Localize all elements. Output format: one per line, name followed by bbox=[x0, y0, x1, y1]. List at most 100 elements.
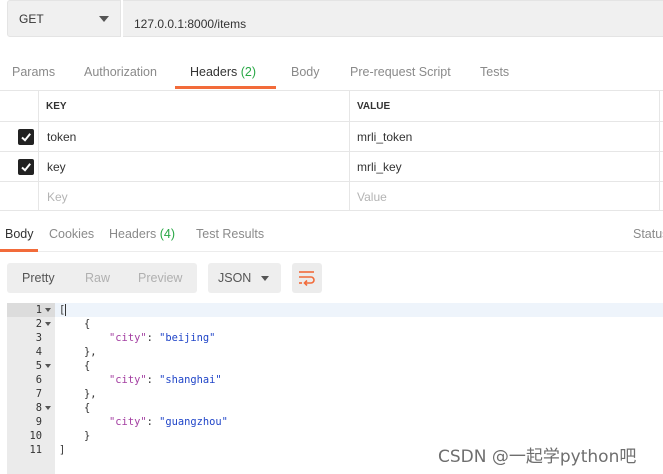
json-key: "city" bbox=[109, 416, 147, 428]
json-punctuation: [ bbox=[59, 304, 66, 316]
table-row: token mrli_token bbox=[0, 121, 663, 151]
json-string: "guangzhou" bbox=[159, 416, 228, 428]
value-column-header: VALUE bbox=[357, 101, 391, 112]
header-enabled-checkbox[interactable] bbox=[18, 159, 34, 175]
json-punctuation: }, bbox=[59, 388, 97, 400]
wrap-lines-button[interactable] bbox=[292, 263, 322, 293]
code-text: "city": "shanghai" bbox=[59, 373, 222, 387]
code-line: 4 }, bbox=[7, 345, 663, 359]
json-punctuation: : bbox=[146, 374, 160, 386]
url-bar: GET bbox=[0, 0, 663, 38]
line-number: 2 bbox=[35, 318, 42, 330]
json-string: "shanghai" bbox=[159, 374, 222, 386]
tab-test-results[interactable]: Test Results bbox=[196, 220, 264, 241]
line-number: 8 bbox=[35, 402, 42, 414]
table-row: key mrli_key bbox=[0, 151, 663, 181]
json-punctuation bbox=[59, 416, 109, 428]
json-key: "city" bbox=[109, 332, 147, 344]
line-number: 10 bbox=[29, 430, 42, 442]
code-line: 8 { bbox=[7, 401, 663, 415]
active-tab-indicator bbox=[175, 86, 276, 89]
code-line: 7 }, bbox=[7, 387, 663, 401]
chevron-down-icon bbox=[99, 16, 109, 22]
json-punctuation: } bbox=[59, 430, 91, 442]
column-divider bbox=[349, 90, 350, 211]
code-text: ] bbox=[59, 443, 65, 457]
watermark: CSDN @一起学python吧 bbox=[438, 447, 637, 467]
response-headers-count: (4) bbox=[159, 227, 176, 241]
new-key-input[interactable]: Key bbox=[47, 182, 68, 212]
json-punctuation bbox=[59, 374, 109, 386]
header-value[interactable]: mrli_key bbox=[357, 152, 402, 182]
fold-arrow-icon[interactable] bbox=[45, 406, 51, 410]
line-number: 3 bbox=[35, 332, 42, 344]
json-punctuation bbox=[59, 332, 109, 344]
raw-button[interactable]: Raw bbox=[85, 263, 110, 293]
line-number: 9 bbox=[35, 416, 42, 428]
tab-response-headers[interactable]: Headers (4) bbox=[109, 220, 175, 241]
tab-authorization[interactable]: Authorization bbox=[84, 56, 157, 90]
request-tabs: Params Authorization Headers (2) Body Pr… bbox=[0, 56, 663, 90]
view-mode-group: Pretty Raw Preview bbox=[7, 263, 197, 293]
chevron-down-icon bbox=[261, 276, 269, 281]
line-number: 1 bbox=[35, 304, 42, 316]
fold-arrow-icon[interactable] bbox=[45, 364, 51, 368]
code-text: { bbox=[59, 401, 90, 415]
tab-cookies[interactable]: Cookies bbox=[49, 220, 94, 241]
line-number: 11 bbox=[29, 444, 42, 456]
code-line: 2 { bbox=[7, 317, 663, 331]
tab-tests[interactable]: Tests bbox=[480, 56, 509, 90]
column-divider bbox=[659, 90, 660, 211]
active-response-tab-indicator bbox=[0, 249, 38, 252]
code-text: [ bbox=[59, 303, 65, 317]
column-divider bbox=[38, 90, 39, 211]
line-number: 7 bbox=[35, 388, 42, 400]
json-key: "city" bbox=[109, 374, 147, 386]
fold-arrow-icon[interactable] bbox=[45, 308, 51, 312]
check-icon bbox=[21, 133, 31, 142]
header-enabled-checkbox[interactable] bbox=[18, 129, 34, 145]
format-select[interactable]: JSON bbox=[208, 263, 281, 293]
json-punctuation: { bbox=[59, 360, 91, 372]
wrap-lines-icon bbox=[299, 271, 315, 286]
new-value-input[interactable]: Value bbox=[357, 182, 387, 212]
table-row-new: Key Value bbox=[0, 181, 663, 211]
tab-headers[interactable]: Headers (2) bbox=[190, 56, 256, 90]
json-punctuation: : bbox=[146, 332, 160, 344]
url-input[interactable] bbox=[123, 0, 663, 37]
headers-count: (2) bbox=[240, 65, 257, 79]
json-punctuation: { bbox=[59, 402, 91, 414]
line-number: 6 bbox=[35, 374, 42, 386]
code-line: 1[ bbox=[7, 303, 663, 317]
fold-arrow-icon[interactable] bbox=[45, 322, 51, 326]
tab-params[interactable]: Params bbox=[12, 56, 55, 90]
tab-pre-request-script[interactable]: Pre-request Script bbox=[350, 56, 451, 90]
tab-body[interactable]: Body bbox=[291, 56, 320, 90]
header-value[interactable]: mrli_token bbox=[357, 122, 412, 152]
header-key[interactable]: key bbox=[47, 152, 66, 182]
code-line: 9 "city": "guangzhou" bbox=[7, 415, 663, 429]
code-line: 10 } bbox=[7, 429, 663, 443]
status-label: Status bbox=[633, 227, 663, 241]
json-punctuation: }, bbox=[59, 346, 97, 358]
json-punctuation: { bbox=[59, 318, 91, 330]
check-icon bbox=[21, 163, 31, 172]
preview-button[interactable]: Preview bbox=[138, 263, 182, 293]
code-text: { bbox=[59, 317, 90, 331]
code-line: 3 "city": "beijing" bbox=[7, 331, 663, 345]
code-line: 6 "city": "shanghai" bbox=[7, 373, 663, 387]
format-label: JSON bbox=[218, 271, 252, 285]
line-number: 5 bbox=[35, 360, 42, 372]
tab-response-body[interactable]: Body bbox=[5, 220, 34, 241]
table-header-row: KEY VALUE bbox=[0, 90, 663, 120]
pretty-button[interactable]: Pretty bbox=[22, 263, 55, 293]
code-text: }, bbox=[59, 345, 97, 359]
json-punctuation: : bbox=[146, 416, 160, 428]
code-text: { bbox=[59, 359, 90, 373]
header-key[interactable]: token bbox=[47, 122, 76, 152]
method-label: GET bbox=[19, 12, 44, 26]
json-string: "beijing" bbox=[159, 332, 216, 344]
method-select[interactable]: GET bbox=[7, 0, 121, 37]
code-line: 5 { bbox=[7, 359, 663, 373]
code-text: } bbox=[59, 429, 90, 443]
